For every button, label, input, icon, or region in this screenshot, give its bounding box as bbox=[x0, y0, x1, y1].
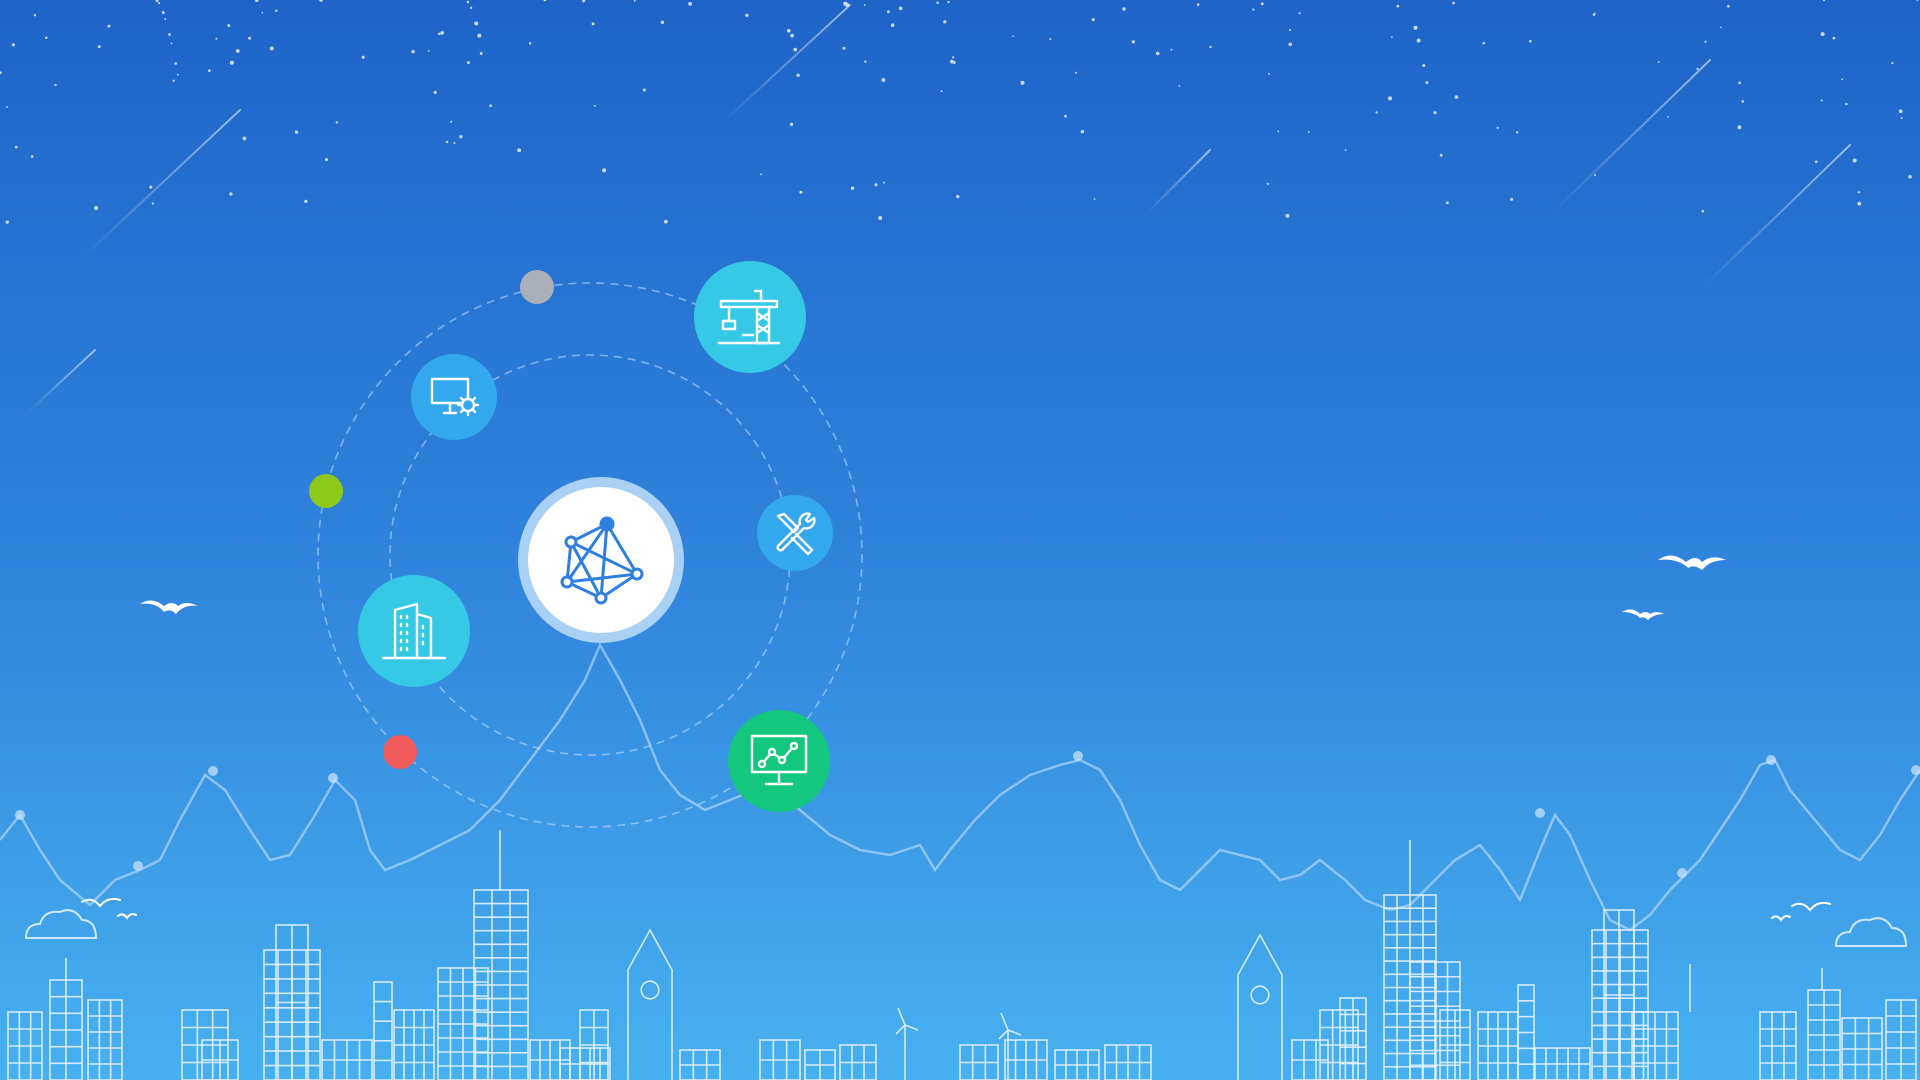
analytics-node[interactable] bbox=[728, 710, 830, 812]
orbit-rings bbox=[317, 282, 863, 828]
wrench-screwdriver-icon bbox=[772, 510, 818, 556]
building-node[interactable] bbox=[358, 575, 470, 687]
red-orbit-dot bbox=[383, 735, 417, 769]
analytics-monitor-icon bbox=[748, 732, 810, 790]
green-orbit-dot bbox=[309, 474, 343, 508]
network-hub[interactable] bbox=[518, 477, 684, 643]
monitor-settings-icon bbox=[428, 375, 480, 419]
network-hub-inner bbox=[528, 487, 674, 633]
gray-orbit-dot bbox=[520, 270, 554, 304]
system-settings-node[interactable] bbox=[411, 354, 497, 440]
maintenance-tools-node[interactable] bbox=[757, 495, 833, 571]
construction-crane-icon bbox=[717, 287, 783, 347]
construction-node[interactable] bbox=[694, 261, 806, 373]
background-scene bbox=[0, 0, 1920, 1080]
office-building-icon bbox=[381, 600, 447, 662]
network-mesh-icon bbox=[555, 514, 647, 606]
